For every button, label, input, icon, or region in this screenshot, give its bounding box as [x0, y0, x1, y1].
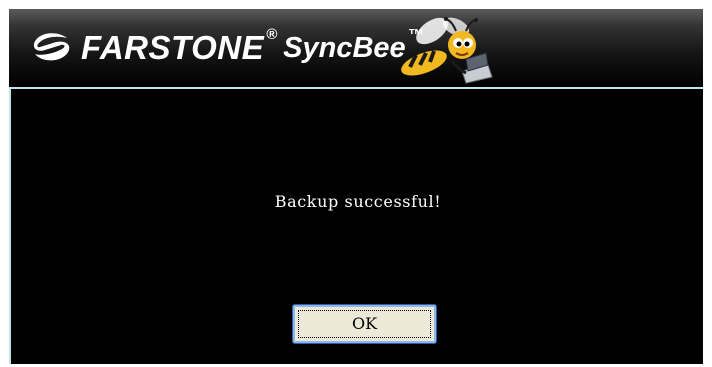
- registered-mark: ®: [266, 25, 278, 43]
- brand-company: FARSTONE: [81, 29, 265, 66]
- status-message: Backup successful!: [274, 192, 442, 211]
- ok-button-label: OK: [351, 314, 378, 333]
- backup-dialog: FARSTONE ® SyncBee ™ Backup successful! …: [9, 9, 703, 364]
- dialog-content: Backup successful! OK: [9, 89, 703, 364]
- bee-mascot-icon: [401, 17, 493, 84]
- farstone-swoosh-icon: [33, 33, 70, 61]
- brand-logo: FARSTONE ® SyncBee ™: [31, 23, 424, 73]
- ok-button[interactable]: OK: [292, 304, 437, 344]
- brand-product: SyncBee: [283, 31, 406, 64]
- header-banner: FARSTONE ® SyncBee ™: [9, 9, 703, 89]
